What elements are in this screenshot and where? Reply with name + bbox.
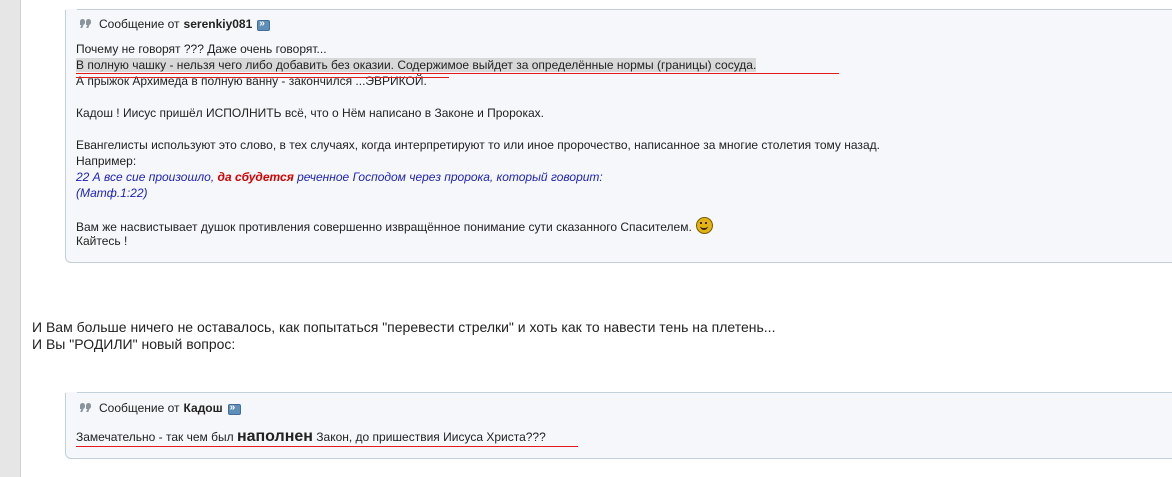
post-text-line: И Вам больше ничего не оставалось, как п… [32, 319, 776, 335]
quote-author: serenkiy081 [183, 17, 253, 31]
quote-header: Сообщение от Кадош [79, 400, 241, 416]
quote-icon [79, 402, 93, 414]
quote-block-serenkiy: Сообщение от serenkiy081 Почему не говор… [65, 9, 1172, 263]
smiley-icon [695, 217, 713, 234]
quote-line: Почему не говорят ??? Даже очень говорят… [76, 42, 327, 56]
quote-icon [79, 18, 93, 30]
red-underline [76, 77, 449, 78]
verse-text: 22 А все сие произошло, [76, 170, 218, 184]
quote-line: Замечательно - так чем был наполнен Зако… [76, 428, 546, 445]
red-underline [76, 446, 578, 447]
quote-line: Кадош ! Иисус пришёл ИСПОЛНИТЬ всё, что … [76, 106, 544, 120]
quote-header: Сообщение от serenkiy081 [79, 16, 271, 32]
quote-line: Например: [76, 154, 137, 168]
quote-line: Вам же насвистывает душок противления со… [76, 220, 692, 234]
post-text-line: И Вы "РОДИЛИ" новый вопрос: [32, 336, 236, 352]
quote-line: Кайтесь ! [76, 234, 128, 248]
scripture-verse: 22 А все сие произошло, да сбудется рече… [76, 169, 603, 185]
view-post-icon[interactable] [257, 16, 271, 32]
quote-header-prefix: Сообщение от [99, 401, 180, 415]
quote-block-kadosh: Сообщение от Кадош Замечательно - так че… [65, 392, 1172, 459]
verse-emphasis: да сбудется [217, 170, 294, 184]
highlighted-line: В полную чашку - нельзя чего либо добави… [76, 58, 757, 72]
verse-reference: (Матф.1:22) [76, 186, 148, 200]
quote-line: А прыжок Архимеда в полную ванну - закон… [76, 74, 427, 88]
view-post-icon[interactable] [227, 400, 241, 416]
quote-header-prefix: Сообщение от [99, 17, 180, 31]
quote-author: Кадош [183, 401, 223, 415]
quote-line: Евангелисты используют это слово, в тех … [76, 138, 880, 152]
verse-text: реченное Господом через пророка, который… [293, 170, 603, 184]
emphasized-word: наполнен [236, 428, 313, 445]
left-rail [0, 0, 21, 477]
